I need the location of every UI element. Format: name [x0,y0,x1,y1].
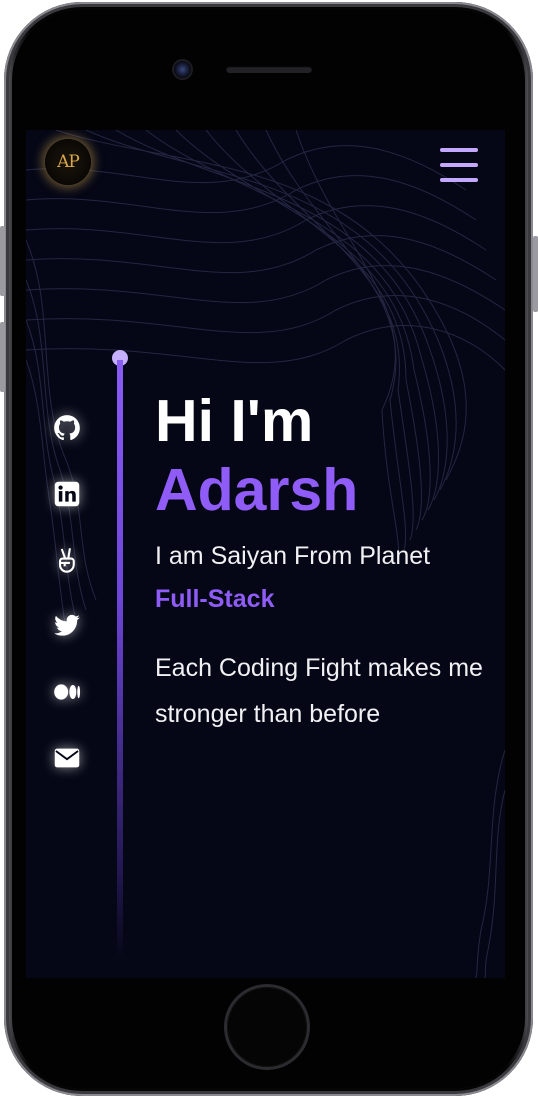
menu-bar [440,148,478,152]
medium-icon[interactable] [52,677,82,707]
menu-bar [440,178,478,182]
site-logo[interactable]: AP [45,139,91,185]
hero-name: Adarsh [155,457,359,523]
twitter-icon[interactable] [52,611,82,641]
earpiece-speaker [226,66,312,73]
hamburger-menu-icon[interactable] [440,148,478,182]
side-button [0,226,5,296]
front-camera [174,61,191,78]
hero-section: Hi I'm Adarsh I am Saiyan From Planet Fu… [155,388,485,737]
logo-text: AP [57,152,80,172]
github-icon[interactable] [52,413,82,443]
hero-subtitle: I am Saiyan From Planet [155,542,431,570]
hero-quote: Each Coding Fight makes me stronger than… [155,654,483,728]
timeline-line [117,360,123,960]
home-button[interactable] [227,987,307,1067]
social-links [52,413,82,809]
side-button [0,322,5,392]
menu-bar [440,163,478,167]
hero-greeting: Hi I'm [155,388,314,454]
side-button [533,236,538,312]
mail-icon[interactable] [52,743,82,773]
hero-role: Full-Stack [155,585,275,613]
peace-hand-icon[interactable] [52,545,82,575]
screen: AP Hi I'm Adarsh I am Saiyan From Planet [26,130,505,978]
linkedin-icon[interactable] [52,479,82,509]
